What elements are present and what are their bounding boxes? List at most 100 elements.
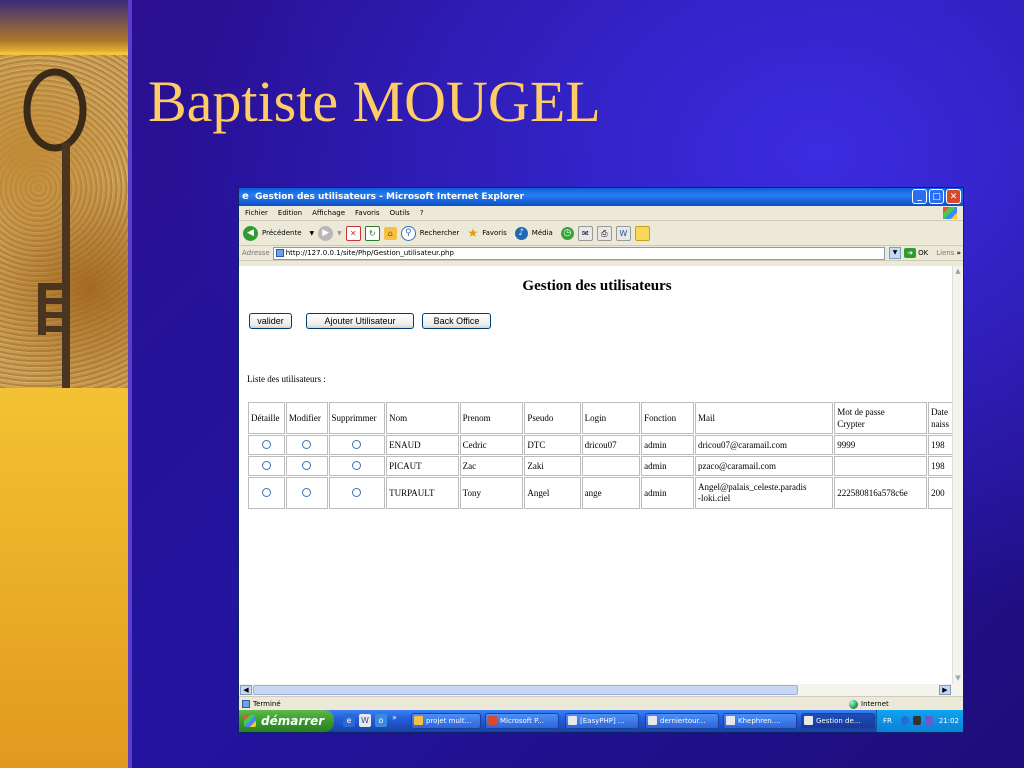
stop-icon[interactable]: ✕ — [345, 225, 361, 241]
print-icon[interactable]: ⎙ — [596, 225, 612, 241]
detail-radio[interactable] — [261, 487, 271, 497]
history-icon[interactable]: ◷ — [560, 226, 574, 240]
menu-affichage[interactable]: Affichage — [312, 206, 345, 220]
window-titlebar[interactable]: e Gestion des utilisateurs - Microsoft I… — [239, 188, 963, 206]
key-photo — [0, 55, 128, 388]
zone-label: Internet — [861, 700, 889, 708]
delete-radio[interactable] — [352, 439, 362, 449]
task-derniertour[interactable]: derniertour... — [645, 713, 719, 729]
col-pseudo: Pseudo — [524, 402, 581, 434]
add-user-button[interactable]: Ajouter Utilisateur — [306, 313, 414, 329]
fonction-cell: admin — [641, 456, 695, 476]
address-dropdown-icon[interactable]: ▼ — [889, 247, 902, 259]
favorites-button-label[interactable]: Favoris — [482, 229, 507, 237]
horizontal-scroll-thumb[interactable] — [253, 685, 798, 695]
task-khephren[interactable]: Khephren.... — [723, 713, 797, 729]
mail-line2: -loki.ciel — [698, 493, 731, 503]
page-heading: Gestion des utilisateurs — [522, 278, 672, 294]
links-label[interactable]: Liens — [936, 249, 954, 257]
task-label: derniertour... — [660, 717, 706, 725]
nom-cell: TURPAULT — [386, 477, 459, 509]
back-button-label[interactable]: Précédente — [262, 229, 302, 237]
modify-radio[interactable] — [302, 439, 312, 449]
security-zone: Internet — [849, 697, 889, 711]
modify-radio[interactable] — [302, 487, 312, 497]
language-indicator[interactable]: FR — [883, 710, 892, 732]
modify-radio[interactable] — [302, 460, 312, 470]
detail-radio[interactable] — [261, 439, 271, 449]
favorites-star-icon[interactable]: ★ — [467, 226, 478, 240]
media-icon[interactable]: ♪ — [514, 226, 528, 240]
address-url: http://127.0.0.1/site/Php/Gestion_utilis… — [285, 248, 454, 257]
refresh-icon[interactable]: ↻ — [364, 225, 380, 241]
search-icon[interactable]: ⚲ — [400, 225, 416, 241]
outlook-quicklaunch-icon[interactable]: o — [375, 714, 387, 727]
table-row: PICAUT Zac Zaki admin pzaco@caramail.com… — [248, 456, 954, 476]
maximize-button[interactable]: □ — [929, 189, 944, 204]
mail-line1: Angel@palais_celeste.paradis — [698, 482, 807, 492]
task-projet[interactable]: projet mult... — [411, 713, 481, 729]
back-arrow-icon[interactable]: ◀ — [243, 225, 258, 241]
date-cell: 198 — [928, 456, 954, 476]
search-button-label[interactable]: Rechercher — [420, 229, 460, 237]
messenger-icon[interactable] — [634, 225, 650, 241]
task-powerpoint[interactable]: Microsoft P... — [485, 713, 559, 729]
scroll-up-icon[interactable]: ▲ — [953, 266, 963, 277]
minimize-button[interactable]: _ — [912, 189, 927, 204]
word-quicklaunch-icon[interactable]: W — [359, 714, 371, 727]
ie-page-icon — [648, 716, 657, 725]
go-button[interactable]: ➔ OK — [904, 248, 928, 258]
status-bar: Terminé Internet — [239, 696, 963, 711]
horizontal-scrollbar[interactable]: ◀ ▶ — [239, 684, 963, 696]
back-office-button[interactable]: Back Office — [422, 313, 491, 329]
ie-quicklaunch-icon[interactable]: e — [343, 714, 355, 727]
scroll-right-icon[interactable]: ▶ — [939, 685, 951, 695]
back-dropdown-icon[interactable]: ▼ — [310, 230, 315, 237]
task-easyphp[interactable]: [EasyPHP] ... — [565, 713, 639, 729]
col-supprimer: Supprimmer — [328, 402, 386, 434]
forward-dropdown-icon[interactable]: ▼ — [337, 230, 342, 237]
pseudo-cell: DTC — [524, 435, 581, 455]
login-cell: dricou07 — [581, 435, 641, 455]
menu-bar: Fichier Edition Affichage Favoris Outils… — [239, 206, 963, 221]
vertical-scrollbar[interactable]: ▲ ▼ — [952, 266, 963, 684]
modify-cell — [285, 477, 328, 509]
tray-network-icon[interactable] — [925, 716, 933, 725]
scroll-down-icon[interactable]: ▼ — [953, 673, 963, 684]
address-input[interactable]: http://127.0.0.1/site/Php/Gestion_utilis… — [272, 246, 886, 260]
delete-radio[interactable] — [352, 460, 362, 470]
col-mdp-line2: Crypter — [837, 419, 865, 429]
word-edit-icon[interactable]: W — [615, 225, 631, 241]
scroll-left-icon[interactable]: ◀ — [240, 685, 252, 695]
start-button[interactable]: démarrer — [239, 710, 334, 732]
task-gestion[interactable]: Gestion de... — [801, 713, 875, 729]
detail-radio[interactable] — [261, 460, 271, 470]
home-icon[interactable]: ⌂ — [383, 226, 397, 240]
links-chevron-icon[interactable]: » — [956, 249, 961, 257]
col-detail: Détaille — [248, 402, 285, 434]
quicklaunch-more-icon[interactable]: » — [392, 713, 397, 722]
valider-button[interactable]: valider — [249, 313, 292, 329]
mail-cell: dricou07@caramail.com — [695, 435, 834, 455]
menu-fichier[interactable]: Fichier — [245, 206, 268, 220]
media-button-label[interactable]: Média — [532, 229, 553, 237]
ie-window: e Gestion des utilisateurs - Microsoft I… — [238, 187, 964, 733]
tray-arrow-icon[interactable] — [901, 716, 909, 725]
delete-radio[interactable] — [352, 487, 362, 497]
menu-favoris[interactable]: Favoris — [355, 206, 380, 220]
login-cell — [581, 456, 641, 476]
menu-edition[interactable]: Edition — [278, 206, 302, 220]
menu-help[interactable]: ? — [420, 206, 424, 220]
col-nom: Nom — [386, 402, 459, 434]
col-login: Login — [581, 402, 641, 434]
detail-cell — [248, 456, 285, 476]
strip-top-gradient — [0, 0, 128, 52]
forward-arrow-icon[interactable]: ▶ — [318, 225, 334, 241]
close-button[interactable]: ✕ — [946, 189, 961, 204]
ie-logo-icon: e — [242, 191, 249, 202]
system-tray: FR 21:02 — [876, 710, 963, 732]
mail-icon[interactable]: ✉ — [577, 225, 593, 241]
date-cell: 200 — [928, 477, 954, 509]
tray-app-icon[interactable] — [913, 716, 921, 725]
menu-outils[interactable]: Outils — [390, 206, 410, 220]
